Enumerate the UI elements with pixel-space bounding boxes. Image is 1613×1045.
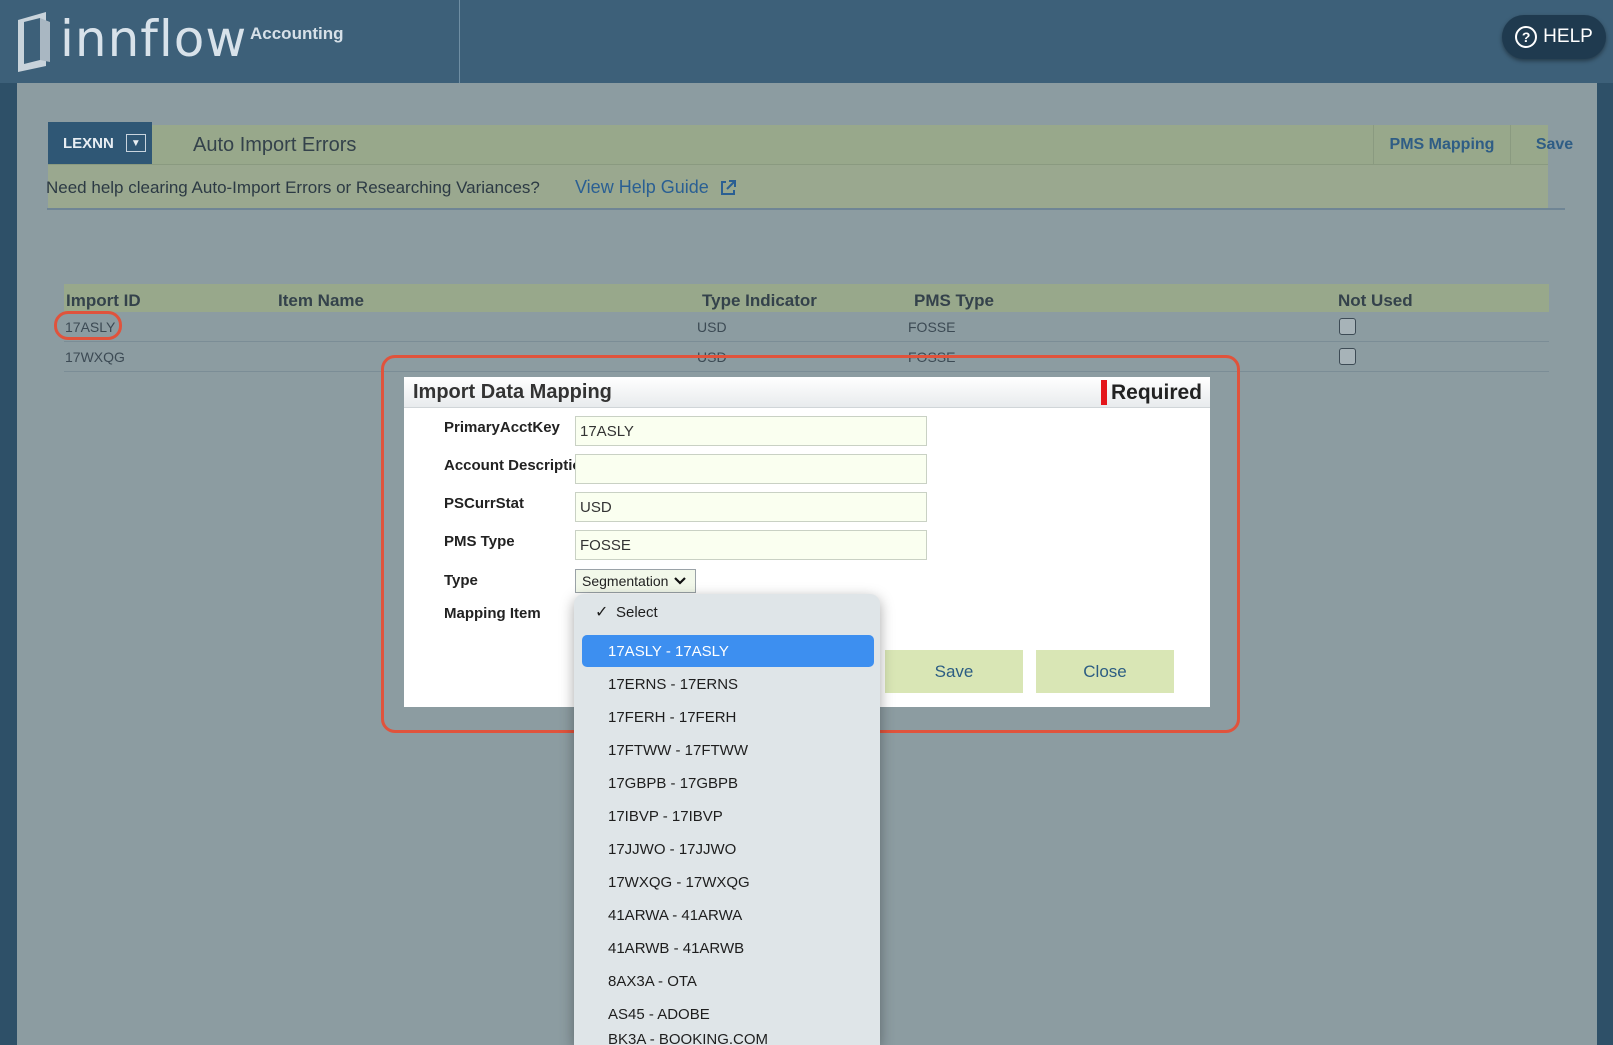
account-description-label: Account Description: [444, 457, 580, 474]
toolbar-save-link[interactable]: Save: [1510, 125, 1598, 165]
dialog-save-button[interactable]: Save: [885, 650, 1023, 693]
dialog-header: Import Data Mapping Required: [404, 377, 1210, 408]
dropdown-option[interactable]: 17FTWW - 17FTWW: [582, 734, 874, 766]
dropdown-option[interactable]: 17JJWO - 17JJWO: [582, 833, 874, 865]
column-item-name[interactable]: Item Name: [278, 291, 364, 311]
help-label: HELP: [1543, 26, 1593, 47]
column-not-used[interactable]: Not Used: [1338, 291, 1413, 311]
type-label: Type: [444, 572, 478, 589]
dialog-title: Import Data Mapping: [413, 381, 612, 403]
type-select-value: Segmentation: [582, 573, 669, 589]
row1-pms-type: FOSSE: [908, 319, 956, 335]
row1-not-used-checkbox[interactable]: [1339, 318, 1356, 335]
dropdown-option[interactable]: 17FERH - 17FERH: [582, 701, 874, 733]
chevron-down-icon: [674, 577, 687, 585]
property-code: LEXNN: [63, 134, 114, 152]
pms-type-label: PMS Type: [444, 533, 515, 550]
dropdown-option[interactable]: 17IBVP - 17IBVP: [582, 800, 874, 832]
account-description-input[interactable]: [575, 454, 927, 484]
property-selector[interactable]: LEXNN ▼: [48, 122, 152, 164]
dropdown-option[interactable]: 17ERNS - 17ERNS: [582, 668, 874, 700]
mapping-item-dropdown[interactable]: ✓ Select 17ASLY - 17ASLY 17ERNS - 17ERNS…: [574, 594, 880, 1045]
view-help-guide-link[interactable]: View Help Guide: [575, 177, 737, 198]
row1-type-indicator: USD: [697, 319, 727, 335]
column-pms-type[interactable]: PMS Type: [914, 291, 994, 311]
help-text: Need help clearing Auto-Import Errors or…: [46, 178, 540, 197]
chevron-down-icon: ▼: [125, 134, 146, 152]
dropdown-option[interactable]: 17WXQG - 17WXQG: [582, 866, 874, 898]
dropdown-option[interactable]: AS45 - ADOBE: [582, 998, 874, 1030]
dropdown-option[interactable]: 8AX3A - OTA: [582, 965, 874, 997]
import-id-highlight: [54, 311, 122, 340]
innflow-logo-icon: [18, 12, 50, 72]
primary-acct-key-input[interactable]: 17ASLY: [575, 416, 927, 446]
column-import-id[interactable]: Import ID: [66, 291, 141, 311]
dropdown-option[interactable]: 41ARWB - 41ARWB: [582, 932, 874, 964]
external-link-icon: [720, 179, 736, 195]
help-button[interactable]: ? HELP: [1502, 15, 1606, 59]
required-legend: Required: [1100, 380, 1202, 405]
mapping-item-label: Mapping Item: [444, 605, 541, 622]
dropdown-option-select[interactable]: ✓ Select: [582, 596, 874, 628]
brand-area: innflow Accounting: [0, 0, 460, 83]
row2-not-used-checkbox[interactable]: [1339, 348, 1356, 365]
dropdown-option[interactable]: 41ARWA - 41ARWA: [582, 899, 874, 931]
dropdown-option[interactable]: BK3A - BOOKING.COM: [582, 1031, 874, 1045]
type-select[interactable]: Segmentation: [575, 569, 696, 593]
question-icon: ?: [1515, 26, 1538, 48]
pscurrstat-input[interactable]: USD: [575, 492, 927, 522]
primary-acct-key-label: PrimaryAcctKey: [444, 419, 560, 436]
page-title: Auto Import Errors: [193, 134, 357, 156]
dropdown-option[interactable]: 17ASLY - 17ASLY: [582, 635, 874, 667]
checkmark-icon: ✓: [595, 604, 609, 621]
column-type-indicator[interactable]: Type Indicator: [702, 291, 817, 311]
logo-subtitle: Accounting: [250, 24, 344, 43]
help-guide-label: View Help Guide: [575, 177, 709, 197]
pms-mapping-link[interactable]: PMS Mapping: [1373, 125, 1510, 165]
row-divider: [64, 341, 1549, 342]
logo-text: innflow: [60, 10, 248, 68]
dropdown-option[interactable]: 17GBPB - 17GBPB: [582, 767, 874, 799]
dialog-close-button[interactable]: Close: [1036, 650, 1174, 693]
pscurrstat-label: PSCurrStat: [444, 495, 525, 512]
pms-type-input[interactable]: FOSSE: [575, 530, 927, 560]
row2-import-id[interactable]: 17WXQG: [65, 349, 125, 365]
